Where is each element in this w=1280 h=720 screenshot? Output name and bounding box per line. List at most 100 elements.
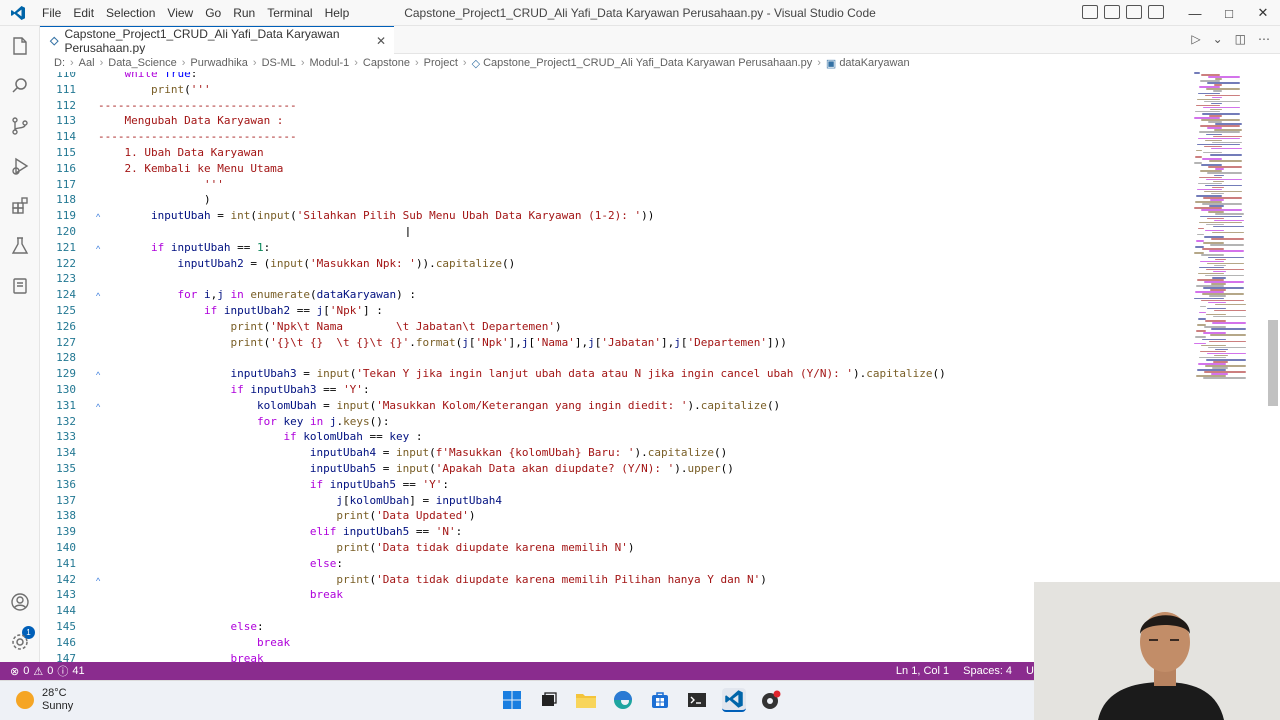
code-line[interactable]: for i,j in enumerate(dataKaryawan) : <box>98 287 1188 303</box>
breadcrumb-ds-ml[interactable]: DS-ML <box>262 57 296 69</box>
menu-go[interactable]: Go <box>199 0 227 26</box>
menu-terminal[interactable]: Terminal <box>261 0 318 26</box>
breadcrumb-data-science[interactable]: Data_Science <box>108 57 177 69</box>
code-line[interactable]: break <box>98 635 1188 651</box>
toggle-sidebar-icon[interactable] <box>1082 5 1098 19</box>
vertical-scrollbar[interactable] <box>1268 320 1278 406</box>
menu-help[interactable]: Help <box>319 0 356 26</box>
terminal-icon[interactable] <box>685 688 709 712</box>
encoding[interactable]: U <box>1026 665 1034 677</box>
github-desktop-icon[interactable] <box>759 688 783 712</box>
code-line[interactable]: else: <box>98 556 1188 572</box>
indentation[interactable]: Spaces: 4 <box>963 665 1012 677</box>
code-line[interactable]: if inputUbah5 == 'Y': <box>98 477 1188 493</box>
code-line[interactable]: while True: <box>98 72 1188 82</box>
maximize-icon[interactable]: □ <box>1212 0 1246 26</box>
code-line[interactable]: inputUbah4 = input(f'Masukkan {kolomUbah… <box>98 445 1188 461</box>
breadcrumb-file[interactable]: Capstone_Project1_CRUD_Ali Yafi_Data Kar… <box>483 57 812 69</box>
breadcrumb-aal[interactable]: Aal <box>79 57 95 69</box>
minimap[interactable] <box>1192 72 1272 392</box>
breadcrumb-symbol[interactable]: dataKaryawan <box>839 57 909 69</box>
code-line[interactable]: inputUbah5 = input('Apakah Data akan diu… <box>98 461 1188 477</box>
fold-chevron-icon[interactable]: ^ <box>96 291 100 301</box>
code-line[interactable]: 2. Kembali ke Menu Utama <box>98 161 1188 177</box>
more-actions-icon[interactable]: ⋯ <box>1258 32 1270 46</box>
code-line[interactable]: if kolomUbah == key : <box>98 429 1188 445</box>
menu-selection[interactable]: Selection <box>100 0 161 26</box>
menu-view[interactable]: View <box>161 0 199 26</box>
code-line[interactable]: break <box>98 587 1188 603</box>
cursor-position[interactable]: Ln 1, Col 1 <box>896 665 949 677</box>
task-view-icon[interactable] <box>537 688 561 712</box>
code-line[interactable]: print('Data Updated') <box>98 508 1188 524</box>
code-line[interactable]: print('Npk\t Nama \t Jabatan\t Departeme… <box>98 319 1188 335</box>
code-line[interactable]: ------------------------------ <box>98 98 1188 114</box>
source-control-icon[interactable] <box>0 106 40 146</box>
code-editor[interactable]: 110 111 112 113 114 115 116 117 118 119 120 121 122 1… <box>40 72 1280 662</box>
tab-close-icon[interactable]: ✕ <box>376 34 386 48</box>
fold-chevron-icon[interactable]: ^ <box>96 402 100 412</box>
code-line[interactable]: Mengubah Data Karyawan : <box>98 113 1188 129</box>
vscode-taskbar-icon[interactable] <box>722 688 746 712</box>
code-line[interactable]: print('Data tidak diupdate karena memili… <box>98 540 1188 556</box>
testing-icon[interactable] <box>0 226 40 266</box>
code-line[interactable]: j[kolomUbah] = inputUbah4 <box>98 493 1188 509</box>
fold-chevron-icon[interactable]: ^ <box>96 212 100 222</box>
breadcrumb-capstone[interactable]: Capstone <box>363 57 410 69</box>
code-line[interactable]: elif inputUbah5 == 'N': <box>98 524 1188 540</box>
menu-run[interactable]: Run <box>227 0 261 26</box>
code-line[interactable]: for key in j.keys(): <box>98 414 1188 430</box>
extensions-icon[interactable] <box>0 186 40 226</box>
search-icon[interactable] <box>0 66 40 106</box>
minimize-icon[interactable]: — <box>1178 0 1212 26</box>
fold-chevron-icon[interactable]: ^ <box>96 576 100 586</box>
code-line[interactable] <box>98 224 1188 240</box>
toggle-panel-icon[interactable] <box>1104 5 1120 19</box>
menu-edit[interactable]: Edit <box>67 0 100 26</box>
menu-file[interactable]: File <box>36 0 67 26</box>
code-line[interactable]: 1. Ubah Data Karyawan <box>98 145 1188 161</box>
code-line[interactable] <box>98 350 1188 366</box>
fold-chevron-icon[interactable]: ^ <box>96 244 100 254</box>
code-line[interactable]: else: <box>98 619 1188 635</box>
run-dropdown-icon[interactable]: ⌄ <box>1213 32 1223 46</box>
customize-layout-icon[interactable] <box>1148 5 1164 19</box>
code-line[interactable]: ''' <box>98 177 1188 193</box>
run-debug-icon[interactable] <box>0 146 40 186</box>
code-line[interactable]: print(''' <box>98 82 1188 98</box>
breadcrumb-project[interactable]: Project <box>424 57 458 69</box>
code-line[interactable]: if inputUbah == 1: <box>98 240 1188 256</box>
editor-tab[interactable]: ◇ Capstone_Project1_CRUD_Ali Yafi_Data K… <box>40 26 394 55</box>
file-explorer-icon[interactable] <box>574 688 598 712</box>
code-line[interactable]: if inputUbah2 == j['Npk'] : <box>98 303 1188 319</box>
settings-gear-icon[interactable] <box>0 622 40 662</box>
breadcrumb-modul-1[interactable]: Modul-1 <box>309 57 349 69</box>
code-line[interactable]: kolomUbah = input('Masukkan Kolom/Ketera… <box>98 398 1188 414</box>
code-line[interactable]: inputUbah2 = (input('Masukkan Npk: ')).c… <box>98 256 1188 272</box>
code-line[interactable]: break <box>98 651 1188 662</box>
code-line[interactable]: ------------------------------ <box>98 129 1188 145</box>
fold-chevron-icon[interactable]: ^ <box>96 370 100 380</box>
code-line[interactable]: print('{}\t {} \t {}\t {}'.format(j['Npk… <box>98 335 1188 351</box>
split-editor-icon[interactable]: ◫ <box>1235 32 1246 46</box>
explorer-icon[interactable] <box>0 26 40 66</box>
code-line[interactable]: print('Data tidak diupdate karena memili… <box>98 572 1188 588</box>
edge-browser-icon[interactable] <box>611 688 635 712</box>
close-window-icon[interactable]: ✕ <box>1246 0 1280 26</box>
toggle-secondary-sidebar-icon[interactable] <box>1126 5 1142 19</box>
code-line[interactable] <box>98 603 1188 619</box>
account-icon[interactable] <box>0 582 40 622</box>
windows-start-icon[interactable] <box>500 688 524 712</box>
code-line[interactable]: if inputUbah3 == 'Y': <box>98 382 1188 398</box>
store-icon[interactable] <box>648 688 672 712</box>
code-line[interactable]: ) <box>98 192 1188 208</box>
breadcrumb-drive[interactable]: D: <box>54 57 65 69</box>
problems-summary[interactable]: ⊗ 0 ⚠ 0 ⓘ 41 <box>0 663 85 679</box>
weather-widget[interactable]: 28°C Sunny <box>16 687 73 713</box>
breadcrumb-purwadhika[interactable]: Purwadhika <box>190 57 247 69</box>
code-line[interactable]: inputUbah = int(input('Silahkan Pilih Su… <box>98 208 1188 224</box>
code-line[interactable]: inputUbah3 = input('Tekan Y jika ingin l… <box>98 366 1188 382</box>
code-line[interactable] <box>98 271 1188 287</box>
remote-explorer-icon[interactable] <box>0 266 40 306</box>
run-file-icon[interactable]: ▷ <box>1191 32 1200 46</box>
